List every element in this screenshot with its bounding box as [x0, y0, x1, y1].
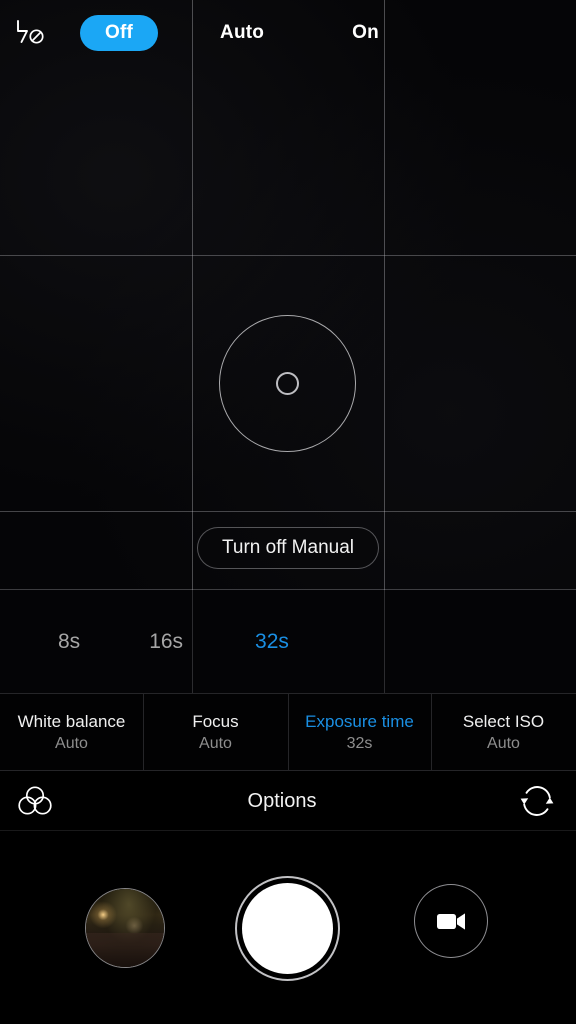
viewfinder[interactable]: Off Auto On Turn off Manual — [0, 0, 576, 590]
manual-toggle-container: Turn off Manual — [0, 527, 576, 569]
camera-screen: Off Auto On Turn off Manual 8s 16s 32s W… — [0, 0, 576, 1024]
grid-line-horizontal-2 — [0, 511, 576, 512]
flash-mode-bar: Off Auto On — [0, 0, 576, 66]
exposure-tick-16s[interactable]: 16s — [149, 630, 183, 654]
control-white-balance[interactable]: White balance Auto — [0, 694, 143, 770]
gallery-thumbnail[interactable] — [85, 888, 165, 968]
flash-option-off[interactable]: Off — [80, 15, 159, 51]
exposure-tick-8s[interactable]: 8s — [58, 630, 80, 654]
control-exposure-time[interactable]: Exposure time 32s — [288, 694, 431, 770]
control-focus[interactable]: Focus Auto — [143, 694, 288, 770]
flash-off-icon[interactable] — [0, 0, 62, 66]
turn-off-manual-button[interactable]: Turn off Manual — [196, 527, 380, 569]
flash-option-auto[interactable]: Auto — [198, 15, 286, 51]
color-filter-icon[interactable] — [4, 771, 66, 831]
exposure-tick-list: 8s 16s 32s — [0, 590, 576, 693]
grid-line-vertical-2 — [384, 0, 385, 590]
control-select-iso-value: Auto — [487, 734, 520, 752]
control-white-balance-label: White balance — [17, 711, 126, 731]
control-select-iso[interactable]: Select ISO Auto — [431, 694, 576, 770]
control-select-iso-label: Select ISO — [462, 711, 545, 731]
control-focus-label: Focus — [192, 711, 239, 731]
exposure-tick-32s[interactable]: 32s — [255, 630, 289, 654]
control-white-balance-value: Auto — [55, 734, 88, 752]
manual-controls-row: White balance Auto Focus Auto Exposure t… — [0, 693, 576, 771]
grid-line-vertical-1 — [192, 0, 193, 590]
shutter-button[interactable] — [235, 876, 340, 981]
exposure-time-slider[interactable]: 8s 16s 32s — [0, 590, 576, 693]
shutter-bar — [0, 832, 576, 1024]
focus-center-dot-icon — [276, 372, 299, 395]
grid-line-horizontal-1 — [0, 255, 576, 256]
gallery-thumbnail-image — [86, 889, 164, 967]
flash-option-on[interactable]: On — [330, 15, 401, 51]
options-title[interactable]: Options — [58, 791, 506, 811]
video-camera-icon — [437, 913, 465, 930]
shutter-button-inner — [242, 883, 333, 974]
viewfinder-preview — [0, 0, 576, 590]
switch-camera-icon[interactable] — [506, 771, 568, 831]
options-bar: Options — [0, 771, 576, 831]
control-exposure-time-label: Exposure time — [305, 711, 414, 731]
video-mode-button[interactable] — [414, 884, 488, 958]
control-exposure-time-value: 32s — [346, 734, 373, 752]
control-focus-value: Auto — [199, 734, 232, 752]
focus-ring-icon[interactable] — [219, 315, 356, 452]
